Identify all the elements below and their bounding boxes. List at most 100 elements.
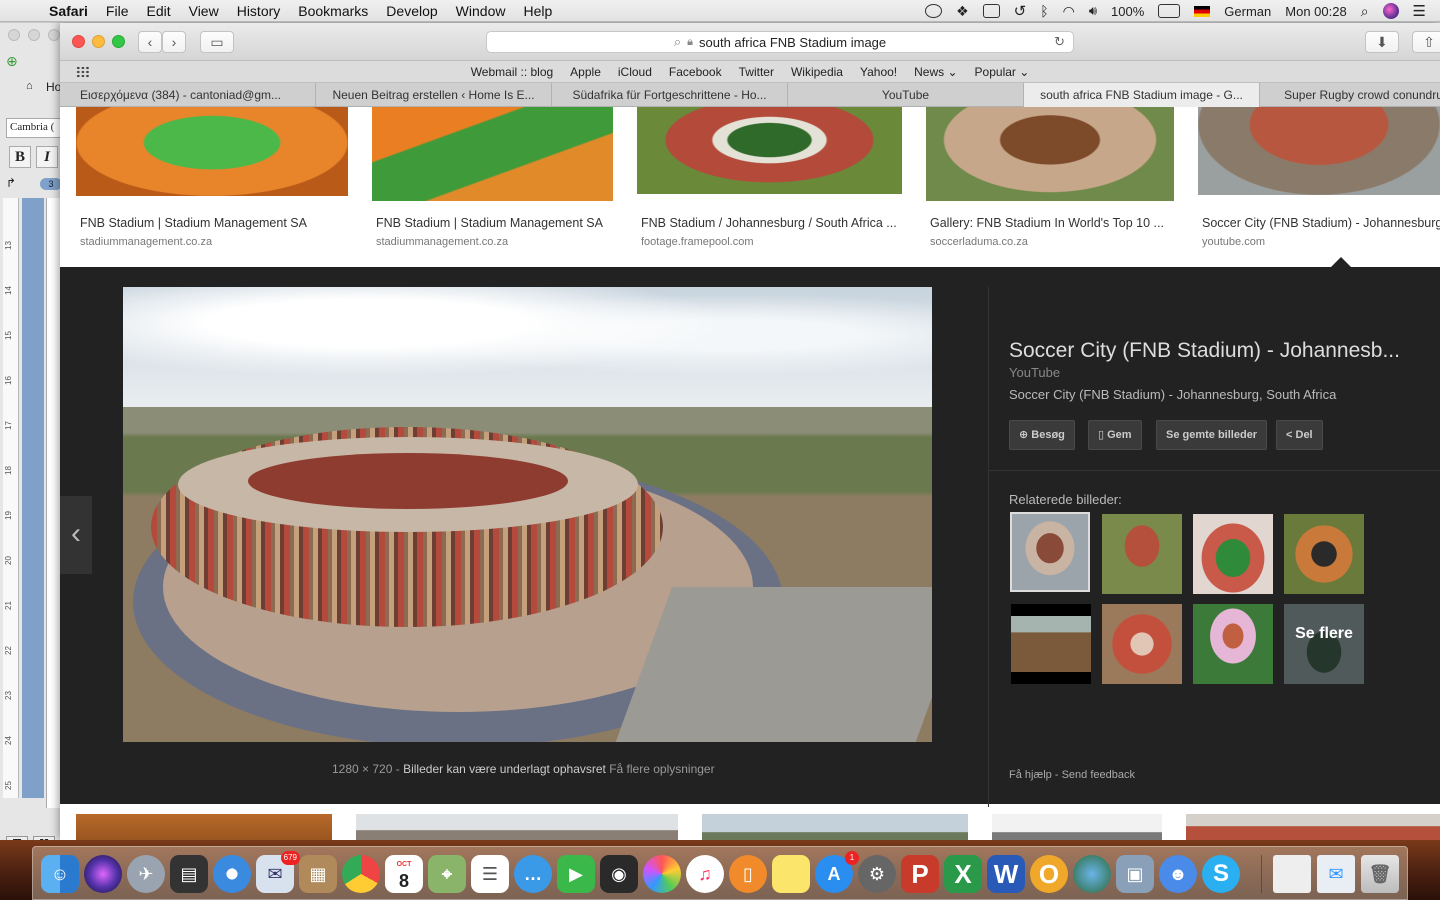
volume-icon[interactable]: 🔊︎ [1089, 3, 1097, 19]
clock[interactable]: Mon 00:28 [1285, 4, 1346, 19]
tab-youtube[interactable]: YouTube [788, 83, 1024, 107]
result-source-5[interactable]: youtube.com [1202, 236, 1265, 248]
favorite-icloud[interactable]: iCloud [618, 65, 652, 79]
menu-history[interactable]: History [228, 3, 290, 19]
share-button[interactable]: < Del [1276, 420, 1323, 450]
result-thumbnail-2[interactable] [372, 107, 613, 201]
maps-icon[interactable]: ⌖ [428, 855, 466, 893]
image-source[interactable]: YouTube [1009, 365, 1060, 380]
menu-app-name[interactable]: Safari [40, 3, 97, 19]
app-store-icon[interactable]: A1 [815, 851, 859, 893]
siri-dock-icon[interactable] [84, 855, 122, 893]
launchpad-icon[interactable]: ✈ [127, 855, 165, 893]
battery-percent[interactable]: 100% [1111, 4, 1144, 19]
input-source-label[interactable]: German [1224, 4, 1271, 19]
word-maximize-button[interactable] [48, 29, 60, 41]
result-thumbnail-1[interactable] [76, 107, 348, 196]
tab-super-rugby[interactable]: Super Rugby crowd conundrum wit [1260, 83, 1440, 107]
related-image-1[interactable] [1010, 512, 1090, 592]
powerpoint-icon[interactable]: P [901, 855, 939, 893]
back-button[interactable]: ‹ [138, 31, 162, 53]
top-sites-grid-icon[interactable] [76, 66, 90, 78]
related-image-4[interactable] [1284, 514, 1364, 594]
spotlight-search-icon[interactable]: ⌕ [1361, 3, 1369, 20]
cursor-tool-icon[interactable]: ↱ [6, 176, 16, 190]
result-source-2[interactable]: stadiummanagement.co.za [376, 236, 508, 248]
share-icon[interactable]: ⇧ [1412, 31, 1440, 53]
result-thumbnail-7[interactable] [356, 814, 678, 840]
internet-globe-icon[interactable] [1073, 855, 1111, 893]
address-bar[interactable]: ⌕ 🔒︎ south africa FNB Stadium image ↻ [486, 31, 1074, 53]
wifi-icon[interactable]: ◠ [1063, 3, 1075, 20]
forward-button[interactable]: › [162, 31, 186, 53]
facetime-icon[interactable]: ▶ [557, 855, 595, 893]
word-page[interactable] [46, 198, 60, 808]
close-button[interactable] [72, 35, 85, 48]
result-source-1[interactable]: stadiummanagement.co.za [80, 236, 212, 248]
word-close-button[interactable] [8, 29, 20, 41]
finder-icon[interactable]: ☺ [41, 855, 79, 893]
safari-dock-icon[interactable]: ✦ [213, 855, 251, 893]
trash-icon[interactable]: 🗑︎ [1361, 855, 1399, 893]
bluetooth-icon[interactable]: ᛒ [1040, 3, 1048, 19]
result-title-5[interactable]: Soccer City (FNB Stadium) - Johannesburg [1202, 216, 1440, 230]
save-button[interactable]: ▯ Gem [1088, 420, 1142, 450]
result-thumbnail-5[interactable] [1198, 107, 1440, 195]
visit-button[interactable]: ⊕ Besøg [1009, 420, 1075, 450]
ibooks-icon[interactable]: ▯ [729, 855, 767, 893]
bold-button[interactable]: B [9, 146, 31, 168]
favorite-webmail[interactable]: Webmail :: blog [471, 65, 553, 79]
favorite-facebook[interactable]: Facebook [669, 65, 722, 79]
related-image-7[interactable] [1193, 604, 1273, 684]
word-new-doc-icon[interactable]: ⊕ [6, 53, 18, 70]
time-machine-icon[interactable]: ↺ [1014, 2, 1027, 20]
favorite-yahoo[interactable]: Yahoo! [860, 65, 897, 79]
outlook-icon[interactable]: O [1030, 855, 1068, 893]
notification-center-icon[interactable]: ☰ [1413, 2, 1426, 20]
help-link[interactable]: Få hjælp [1009, 769, 1052, 781]
see-more-tile[interactable]: Se flere [1284, 604, 1364, 684]
itunes-icon[interactable]: ♫ [686, 855, 724, 893]
airplay-icon[interactable] [982, 4, 1000, 18]
document-stack-icon[interactable] [1273, 855, 1311, 893]
tab-google-images[interactable]: south africa FNB Stadium image - G... [1024, 83, 1260, 107]
dashboard-icon[interactable]: ▤ [170, 855, 208, 893]
menu-develop[interactable]: Develop [377, 3, 446, 19]
result-thumbnail-4[interactable] [926, 107, 1174, 201]
menu-edit[interactable]: Edit [137, 3, 179, 19]
result-title-3[interactable]: FNB Stadium / Johannesburg / South Afric… [641, 216, 897, 230]
favorite-news-folder[interactable]: News ⌄ [914, 65, 957, 79]
lync-users-icon[interactable]: ☻ [1159, 855, 1197, 893]
mail-icon[interactable]: ✉ 679 [256, 851, 300, 893]
sidebar-toggle-icon[interactable]: ▭ [200, 31, 234, 53]
reminders-icon[interactable]: ☰ [471, 855, 509, 893]
related-image-3[interactable] [1193, 514, 1273, 594]
messages-icon[interactable]: … [514, 855, 552, 893]
favorite-wikipedia[interactable]: Wikipedia [791, 65, 843, 79]
skype-download-stack-icon[interactable]: ✉ [1317, 855, 1355, 893]
related-image-6[interactable] [1102, 604, 1182, 684]
result-thumbnail-6[interactable] [76, 814, 332, 840]
font-name-field[interactable]: Cambria ( [6, 118, 66, 138]
battery-icon[interactable] [1158, 4, 1181, 18]
calendar-icon[interactable]: OCT 8 [385, 855, 423, 893]
word-minimize-button[interactable] [28, 29, 40, 41]
result-title-1[interactable]: FNB Stadium | Stadium Management SA [80, 216, 307, 230]
result-thumbnail-3[interactable] [637, 107, 902, 194]
maximize-button[interactable] [112, 35, 125, 48]
main-preview-image[interactable] [123, 287, 932, 742]
menu-view[interactable]: View [180, 3, 228, 19]
checkmark-status-icon[interactable] [925, 4, 943, 18]
photo-booth-icon[interactable]: ◉ [600, 855, 638, 893]
previous-image-arrow-icon[interactable]: ‹ [60, 496, 92, 574]
feedback-link[interactable]: Send feedback [1062, 769, 1135, 781]
siri-icon[interactable] [1382, 3, 1399, 19]
related-image-2[interactable] [1102, 514, 1182, 594]
remote-desktop-icon[interactable]: ▣ [1116, 855, 1154, 893]
menu-file[interactable]: File [97, 3, 138, 19]
view-saved-button[interactable]: Se gemte billeder [1156, 420, 1268, 450]
dropbox-icon[interactable]: ❖ [956, 3, 969, 20]
notes-icon[interactable] [772, 855, 810, 893]
tab-suedafrika[interactable]: Südafrika für Fortgeschrittene - Ho... [552, 83, 788, 107]
result-thumbnail-8[interactable] [702, 814, 968, 840]
